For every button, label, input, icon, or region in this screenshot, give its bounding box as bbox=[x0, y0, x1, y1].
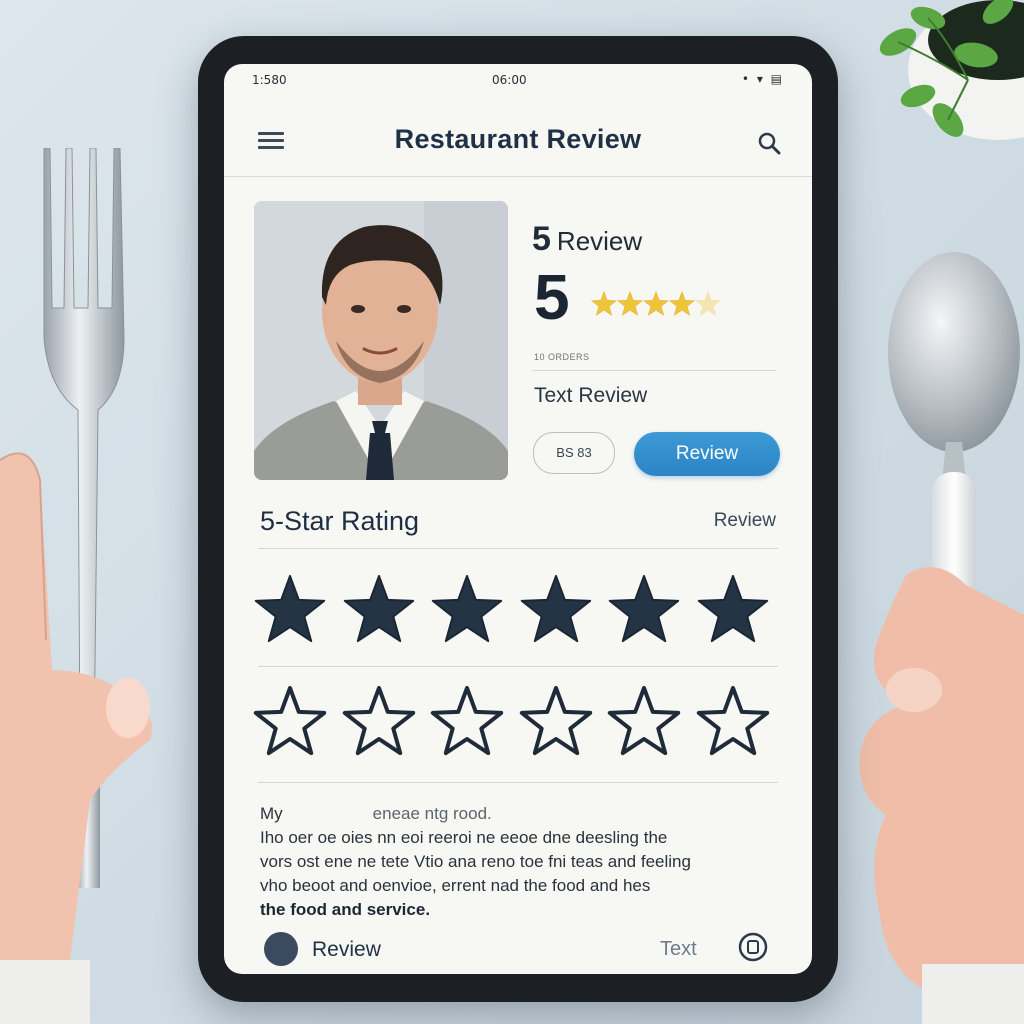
reviewer-avatar bbox=[254, 201, 508, 480]
review-line-5: the food and service. bbox=[260, 900, 431, 919]
record-icon[interactable] bbox=[738, 932, 768, 962]
review-count-heading: 5 Review bbox=[532, 220, 642, 259]
user-avatar-icon[interactable] bbox=[264, 932, 298, 966]
review-count: 5 bbox=[532, 220, 551, 258]
rating-review-link[interactable]: Review bbox=[714, 510, 776, 532]
app-screen: 1:580 06:00 • ▾ ▤ Restaurant Review 5 Re… bbox=[224, 64, 812, 974]
average-score: 5 bbox=[534, 261, 570, 333]
review-button[interactable]: Review bbox=[634, 432, 780, 476]
app-header: Restaurant Review bbox=[224, 94, 812, 177]
filled-star-icon[interactable] bbox=[606, 572, 682, 648]
mini-star-icon bbox=[617, 291, 643, 316]
outline-star-icon[interactable] bbox=[252, 684, 328, 760]
bottom-bar: Review Text bbox=[224, 932, 812, 974]
review-meta: 10 ORDERS bbox=[534, 352, 590, 362]
outline-star-icon[interactable] bbox=[429, 684, 505, 760]
mini-star-icon bbox=[643, 291, 669, 316]
plant-image bbox=[879, 0, 1024, 140]
text-review-label: Text Review bbox=[534, 384, 648, 407]
tablet-device: 1:580 06:00 • ▾ ▤ Restaurant Review 5 Re… bbox=[198, 36, 838, 1002]
summary-divider bbox=[532, 370, 776, 371]
filled-star-icon[interactable] bbox=[518, 572, 594, 648]
status-icons: • ▾ ▤ bbox=[741, 72, 784, 86]
status-clock: 06:00 bbox=[492, 73, 527, 87]
filled-star-icon[interactable] bbox=[429, 572, 505, 648]
outline-star-row bbox=[252, 684, 784, 760]
mini-star-icon bbox=[695, 291, 721, 316]
text-divider bbox=[258, 782, 778, 783]
rating-divider bbox=[258, 548, 778, 549]
bottom-review-tab[interactable]: Review bbox=[312, 938, 381, 962]
status-time: 1:580 bbox=[252, 73, 287, 87]
stars-divider bbox=[258, 666, 778, 667]
review-line-2: Iho oer oe oies nn eoi reeroi ne eeoe dn… bbox=[260, 828, 668, 847]
page-title: Restaurant Review bbox=[394, 124, 642, 154]
bottom-text-tab[interactable]: Text bbox=[660, 938, 697, 961]
filled-star-icon[interactable] bbox=[341, 572, 417, 648]
review-line-4: vho beoot and oenvioe, errent nad the fo… bbox=[260, 876, 651, 895]
review-line-3: vors ost ene ne tete Vtio ana reno toe f… bbox=[260, 852, 691, 871]
filled-star-row bbox=[252, 572, 784, 648]
mini-star-icon bbox=[591, 291, 617, 316]
filled-star-icon[interactable] bbox=[695, 572, 771, 648]
search-icon[interactable] bbox=[756, 130, 782, 156]
status-bar: 1:580 06:00 • ▾ ▤ bbox=[224, 64, 812, 94]
review-count-label: Review bbox=[556, 226, 643, 256]
left-hand-image bbox=[0, 452, 152, 1024]
right-hand-image bbox=[859, 567, 1024, 1024]
code-button[interactable]: BS 83 bbox=[533, 432, 615, 474]
filled-star-icon[interactable] bbox=[252, 572, 328, 648]
average-stars bbox=[590, 290, 721, 320]
review-text: My eneae ntg rood. Iho oer oe oies nn eoi… bbox=[260, 802, 780, 922]
review-line-1-end: eneae ntg rood. bbox=[372, 804, 492, 823]
outline-star-icon[interactable] bbox=[341, 684, 417, 760]
outline-star-icon[interactable] bbox=[518, 684, 594, 760]
outline-star-icon[interactable] bbox=[695, 684, 771, 760]
mini-star-icon bbox=[669, 291, 695, 316]
review-line-1-start: My bbox=[260, 804, 283, 823]
outline-star-icon[interactable] bbox=[606, 684, 682, 760]
rating-section-title: 5-Star Rating bbox=[260, 506, 420, 536]
